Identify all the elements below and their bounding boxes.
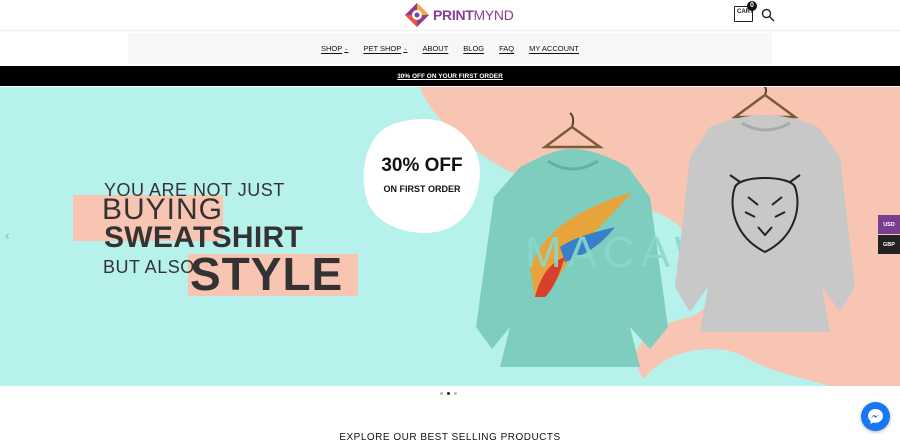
nav-item-pet-shop[interactable]: PET SHOP ⌄: [363, 44, 407, 53]
cart-button[interactable]: CART 0: [734, 1, 757, 22]
currency-usd-button[interactable]: USD: [878, 215, 900, 234]
nav-item-label: PET SHOP: [363, 44, 402, 53]
carousel-dot-active[interactable]: [447, 392, 450, 395]
hero-banner: MACAW YOU ARE NOT JUST BUYING SWEATSHIRT…: [0, 87, 900, 386]
nav-item-my-account[interactable]: MY ACCOUNT: [529, 44, 579, 53]
carousel-dot[interactable]: [454, 392, 457, 395]
announcement-bar: 30% OFF ON YOUR FIRST ORDER: [0, 66, 900, 86]
cart-count-badge: 0: [747, 1, 757, 11]
logo-text-thin: MYND: [473, 7, 514, 23]
printmynd-logo[interactable]: PRINTMYND: [404, 2, 514, 28]
nav-item-about[interactable]: ABOUT: [422, 44, 448, 53]
carousel-dots: [440, 392, 457, 395]
search-icon[interactable]: [761, 8, 775, 22]
badge-discount-text: 30% OFF: [381, 155, 463, 176]
nav-item-faq[interactable]: FAQ: [499, 44, 514, 53]
nav-item-label: MY ACCOUNT: [529, 44, 580, 53]
nav-item-label: SHOP: [320, 44, 343, 53]
carousel-dot[interactable]: [440, 392, 443, 395]
nav-item-label: BLOG: [463, 44, 485, 53]
main-nav: SHOP ⌄ PET SHOP ⌄ ABOUT BLOG FAQ MY ACCOUN…: [128, 33, 772, 64]
messenger-icon: [868, 409, 883, 424]
currency-gbp-button[interactable]: GBP: [878, 235, 900, 254]
logo-icon: [405, 3, 429, 27]
hero-headline-line: BUT ALSO: [103, 257, 195, 277]
nav-item-label: FAQ: [499, 44, 515, 53]
carousel-prev-icon[interactable]: ‹: [5, 227, 10, 243]
nav-item-label: ABOUT: [422, 44, 449, 53]
badge-subtext: ON FIRST ORDER: [383, 184, 461, 194]
hero-headline-style: STYLE: [190, 248, 344, 300]
nav-item-shop[interactable]: SHOP ⌄: [321, 44, 348, 53]
section-title: EXPLORE OUR BEST SELLING PRODUCTS: [339, 432, 561, 443]
nav-item-blog[interactable]: BLOG: [463, 44, 484, 53]
site-header: PRINTMYND CART 0: [0, 0, 900, 31]
chevron-down-icon: ⌄: [403, 45, 408, 52]
announcement-link[interactable]: 30% OFF ON YOUR FIRST ORDER: [397, 73, 503, 80]
logo-text-bold: PRINT: [433, 7, 474, 23]
chevron-down-icon: ⌄: [344, 45, 349, 52]
messenger-chat-button[interactable]: [861, 402, 890, 431]
logo-text: PRINTMYND: [433, 7, 514, 23]
